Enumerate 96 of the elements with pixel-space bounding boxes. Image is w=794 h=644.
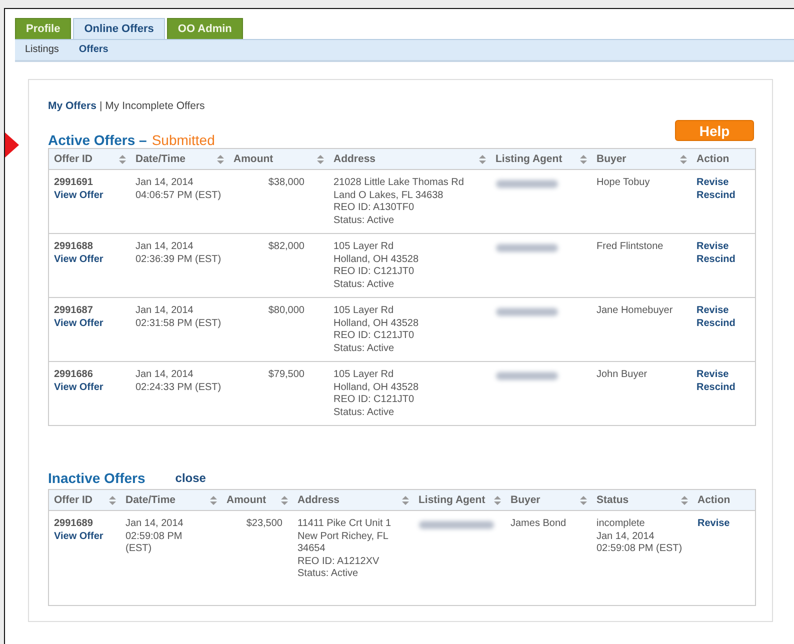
amount: $82,000: [268, 241, 304, 252]
amount: $38,000: [268, 177, 304, 188]
offer-id: 2991688: [54, 241, 94, 254]
view-offer-link[interactable]: View Offer: [54, 382, 104, 394]
address-line: REO ID: A130TF0: [334, 202, 416, 214]
date-time: Jan 14, 2014: [136, 177, 194, 190]
address-line: Status: Active: [334, 406, 396, 419]
offer-id: 2991691: [54, 177, 94, 190]
sort-icon[interactable]: [108, 496, 116, 504]
action-link[interactable]: Rescind: [696, 190, 736, 202]
date-time: (EST): [126, 543, 153, 556]
status-line: incomplete: [596, 518, 646, 530]
offer-id: 2991686: [54, 369, 94, 382]
section-heading: Active Offers – Submitted: [48, 132, 215, 148]
sort-icon[interactable]: [680, 496, 688, 504]
sort-icon[interactable]: [680, 154, 686, 164]
offer-id: 2991689: [54, 518, 94, 530]
address-line: Status: Active: [334, 278, 396, 291]
address-line: Status: Active: [334, 342, 396, 355]
action-link[interactable]: Revise: [698, 518, 730, 530]
address-line: REO ID: A1212XV: [298, 556, 380, 568]
offers-link[interactable]: My Offers: [48, 100, 96, 112]
blurred-text: [496, 372, 558, 380]
subnav-link[interactable]: Offers: [78, 44, 108, 55]
amount: $79,500: [268, 369, 304, 380]
buyer-name: Jane Homebuyer: [596, 305, 673, 316]
buyer-name: Hope Tobuy: [596, 177, 650, 188]
buyer-name: James Bond: [510, 518, 566, 529]
sort-icon[interactable]: [580, 496, 586, 504]
nav-tab[interactable]: Online Offers: [73, 18, 165, 39]
address-line: Status: Active: [298, 568, 360, 580]
blurred-text: [496, 180, 558, 188]
sort-icon[interactable]: [118, 154, 126, 164]
column-header[interactable]: Address: [334, 153, 376, 165]
subnav-link[interactable]: Listings: [25, 44, 59, 55]
close-link[interactable]: close: [175, 471, 206, 485]
sort-icon[interactable]: [316, 154, 324, 164]
sort-icon[interactable]: [280, 496, 288, 504]
address-line: Land O Lakes, FL 34638: [334, 190, 444, 202]
date-time: Jan 14, 2014: [126, 518, 184, 530]
action-link[interactable]: Revise: [696, 241, 729, 254]
sort-icon[interactable]: [216, 154, 224, 164]
column-header[interactable]: Status: [596, 494, 629, 506]
buyer-name: John Buyer: [596, 369, 648, 380]
section-heading: Inactive Offers: [48, 470, 146, 486]
action-link[interactable]: Rescind: [696, 318, 736, 330]
date-time: Jan 14, 2014: [136, 305, 194, 318]
address-line: 11411 Pike Crt Unit 1: [298, 518, 392, 530]
action-link[interactable]: Revise: [696, 177, 729, 190]
address-line: Status: Active: [334, 214, 396, 227]
status-line: 02:59:08 PM (EST): [596, 543, 684, 556]
address-line: 105 Layer Rd: [334, 241, 395, 254]
date-time: 02:31:58 PM (EST): [136, 318, 222, 330]
action-link[interactable]: Rescind: [696, 382, 736, 394]
column-header: Action: [696, 153, 730, 165]
date-time: 02:36:39 PM (EST): [136, 254, 222, 266]
address-line: Holland, OH 43528: [334, 382, 420, 394]
action-link[interactable]: Revise: [696, 369, 729, 382]
address-line: 21028 Little Lake Thomas Rd: [334, 177, 465, 190]
column-header: Action: [698, 494, 730, 506]
sort-icon[interactable]: [478, 154, 486, 164]
address-line: REO ID: C121JT0: [334, 330, 416, 342]
sort-icon[interactable]: [494, 496, 500, 504]
amount: $23,500: [246, 518, 282, 529]
amount: $80,000: [268, 305, 304, 316]
date-time: 04:06:57 PM (EST): [136, 190, 222, 202]
address-line: 105 Layer Rd: [334, 369, 395, 382]
date-time: Jan 14, 2014: [136, 241, 194, 254]
address-line: Holland, OH 43528: [334, 318, 420, 330]
separator: |: [99, 100, 102, 112]
sort-icon[interactable]: [580, 154, 586, 164]
column-header[interactable]: Buyer: [510, 494, 540, 506]
view-offer-link[interactable]: View Offer: [54, 530, 104, 543]
status-line: Jan 14, 2014: [596, 530, 656, 543]
offers-link[interactable]: My Incomplete Offers: [105, 100, 205, 112]
address-line: Holland, OH 43528: [334, 254, 420, 266]
address-line: REO ID: C121JT0: [334, 266, 416, 278]
date-time: 02:59:08 PM: [126, 530, 184, 543]
blurred-text: [496, 244, 558, 252]
action-link[interactable]: Rescind: [696, 254, 736, 266]
address-line: New Port Richey, FL: [298, 530, 390, 543]
buyer-name: Fred Flintstone: [596, 241, 664, 252]
view-offer-link[interactable]: View Offer: [54, 190, 104, 202]
address-line: 34654: [298, 543, 326, 556]
column-header[interactable]: Buyer: [596, 153, 626, 165]
sort-icon[interactable]: [210, 496, 216, 504]
date-time: 02:24:33 PM (EST): [136, 382, 222, 394]
sort-icon[interactable]: [402, 496, 408, 504]
address-line: 105 Layer Rd: [334, 305, 395, 318]
view-offer-link[interactable]: View Offer: [54, 318, 104, 330]
view-offer-link[interactable]: View Offer: [54, 254, 104, 266]
address-line: REO ID: C121JT0: [334, 394, 416, 406]
blurred-text: [496, 308, 558, 316]
offer-id: 2991687: [54, 305, 94, 318]
action-link[interactable]: Revise: [696, 305, 729, 318]
date-time: Jan 14, 2014: [136, 369, 194, 382]
